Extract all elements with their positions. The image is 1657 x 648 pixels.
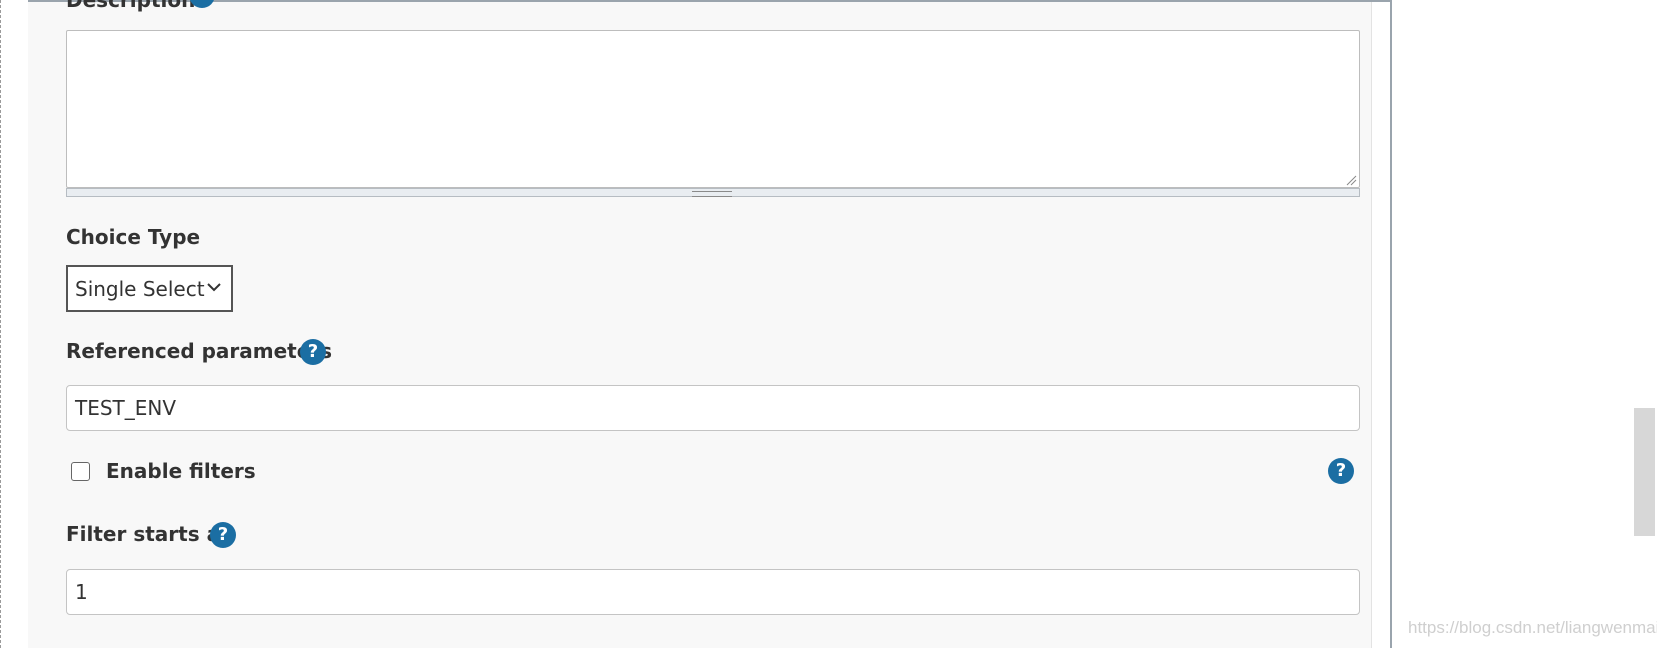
- drag-handle-icon[interactable]: [692, 191, 732, 197]
- choice-type-selected-value: Single Select: [75, 277, 205, 301]
- choice-type-label: Choice Type: [66, 225, 201, 249]
- enable-filters-checkbox[interactable]: [71, 462, 90, 481]
- scrollbar-thumb[interactable]: [1634, 408, 1655, 536]
- choice-type-select[interactable]: Single Select: [66, 265, 233, 312]
- panel-top-border: [28, 0, 1392, 2]
- page-root: Description ? Choice Type Single Select …: [0, 0, 1657, 648]
- resize-grip-icon[interactable]: [1345, 174, 1357, 186]
- dashed-left-edge: [0, 0, 1, 648]
- referenced-parameters-label: Referenced parameters: [66, 339, 333, 363]
- enable-filters-label[interactable]: Enable filters: [106, 459, 256, 483]
- watermark-text: https://blog.csdn.net/liangwenmail: [1408, 618, 1657, 637]
- description-label: Description: [66, 0, 196, 12]
- question-circle-icon[interactable]: ?: [210, 522, 236, 548]
- referenced-parameters-input[interactable]: TEST_ENV: [66, 385, 1360, 431]
- question-circle-icon[interactable]: ?: [1328, 458, 1354, 484]
- description-textarea[interactable]: [66, 30, 1360, 188]
- question-circle-icon[interactable]: ?: [300, 339, 326, 365]
- filter-starts-at-input[interactable]: 1: [66, 569, 1360, 615]
- scrollbar-track[interactable]: [1632, 0, 1657, 648]
- panel-right-border: [1390, 0, 1392, 648]
- chevron-down-icon: [207, 283, 221, 292]
- filter-starts-at-label: Filter starts at: [66, 522, 230, 546]
